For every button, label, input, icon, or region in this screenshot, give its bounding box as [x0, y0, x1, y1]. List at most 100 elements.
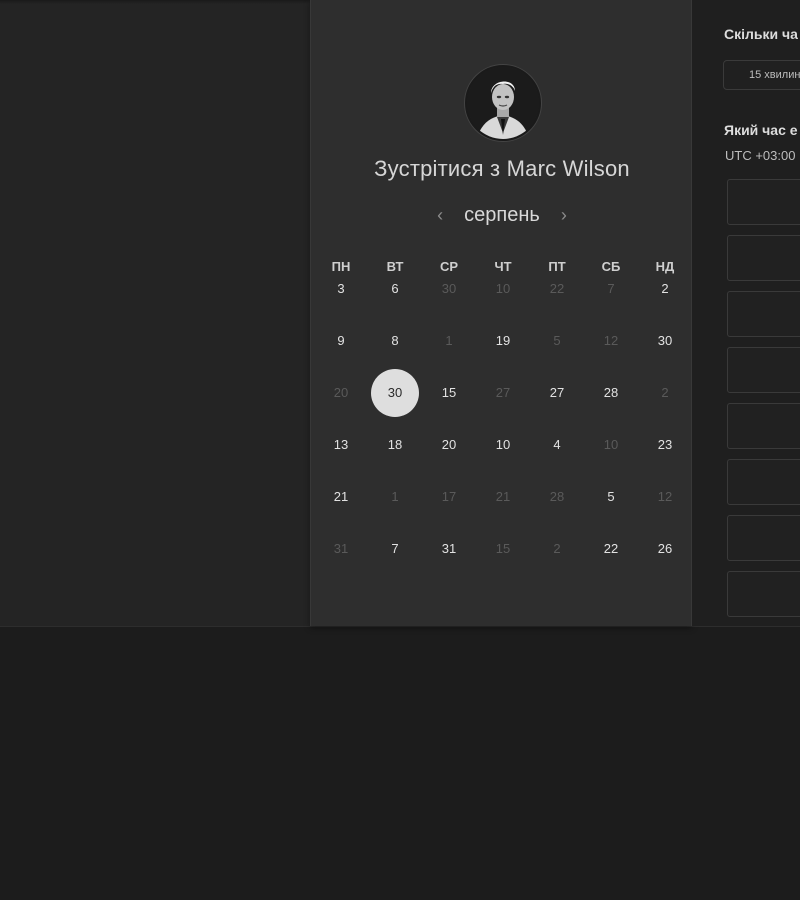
day-number: 30	[657, 333, 673, 348]
calendar-day[interactable]: 8	[368, 332, 422, 350]
calendar-day[interactable]: 26	[638, 540, 692, 558]
time-slot[interactable]	[727, 515, 800, 561]
day-number: 17	[441, 489, 457, 504]
day-number: 12	[603, 333, 619, 348]
calendar-day[interactable]: 30	[638, 332, 692, 350]
calendar-day: 17	[422, 488, 476, 506]
calendar-day[interactable]: 9	[314, 332, 368, 350]
weekday-label: ЧТ	[494, 259, 512, 274]
day-number: 1	[445, 333, 453, 348]
day-number: 7	[607, 281, 615, 296]
header-shadow	[0, 0, 310, 4]
calendar-day[interactable]: 3	[314, 280, 368, 298]
scheduler-card: Зустрітися з Marc Wilson ‹ серпень › ПН …	[310, 0, 692, 626]
weekday-label: ПТ	[548, 259, 566, 274]
day-number: 10	[495, 281, 511, 296]
day-number: 6	[391, 281, 399, 296]
calendar-day[interactable]: 7	[368, 540, 422, 558]
scheduler-title: Зустрітися з Marc Wilson	[374, 156, 630, 181]
day-number: 22	[603, 541, 619, 556]
calendar-day: 30	[422, 280, 476, 298]
calendar-day[interactable]: 23	[638, 436, 692, 454]
calendar-day[interactable]: 4	[530, 436, 584, 454]
calendar-day: 21	[476, 488, 530, 506]
calendar-day[interactable]: 22	[584, 540, 638, 558]
day-number: 9	[337, 333, 345, 348]
day-number: 12	[657, 489, 673, 504]
day-number: 30	[387, 385, 403, 400]
calendar-day[interactable]: 20	[422, 436, 476, 454]
day-number: 2	[553, 541, 561, 556]
day-number: 27	[549, 385, 565, 400]
calendar-day: 2	[638, 384, 692, 402]
calendar-day: 31	[314, 540, 368, 558]
time-slot[interactable]	[727, 459, 800, 505]
calendar-day[interactable]: 2	[638, 280, 692, 298]
duration-select[interactable]: 15 хвилин	[723, 60, 800, 90]
chevron-left-icon[interactable]: ‹	[432, 205, 448, 225]
selected-day[interactable]: 30	[368, 369, 422, 417]
calendar-day: 28	[530, 488, 584, 506]
weekday-label: ВТ	[386, 259, 404, 274]
month-navigation: ‹ серпень ›	[311, 202, 693, 228]
calendar-day: 22	[530, 280, 584, 298]
day-number: 30	[441, 281, 457, 296]
calendar-day[interactable]: 28	[584, 384, 638, 402]
day-number: 15	[495, 541, 511, 556]
time-slot[interactable]	[727, 571, 800, 617]
day-number: 7	[391, 541, 399, 556]
calendar-day[interactable]: 27	[530, 384, 584, 402]
calendar-week: 31 7 31 15 2 22 26	[314, 540, 690, 558]
day-number: 28	[549, 489, 565, 504]
day-number: 21	[495, 489, 511, 504]
day-number: 13	[333, 437, 349, 452]
calendar-day[interactable]: 15	[422, 384, 476, 402]
calendar-day[interactable]: 18	[368, 436, 422, 454]
calendar-day: 10	[476, 280, 530, 298]
calendar-week: 9 8 1 19 5 12 30	[314, 332, 690, 350]
weekday-label: СР	[439, 259, 459, 274]
time-slot[interactable]	[727, 179, 800, 225]
calendar-day[interactable]: 10	[476, 436, 530, 454]
calendar-day: 1	[422, 332, 476, 350]
calendar-day[interactable]: 19	[476, 332, 530, 350]
day-number: 1	[391, 489, 399, 504]
day-number: 3	[337, 281, 345, 296]
time-slot[interactable]	[727, 347, 800, 393]
person-portrait-icon	[467, 67, 539, 139]
day-number: 20	[441, 437, 457, 452]
day-number: 28	[603, 385, 619, 400]
day-number: 15	[441, 385, 457, 400]
time-slot[interactable]	[727, 235, 800, 281]
day-number: 2	[661, 281, 669, 296]
calendar-day[interactable]: 31	[422, 540, 476, 558]
calendar-day: 2	[530, 540, 584, 558]
calendar-day[interactable]: 13	[314, 436, 368, 454]
duration-question: Скільки ча	[724, 26, 798, 42]
time-slot[interactable]	[727, 403, 800, 449]
timezone-label[interactable]: UTC +03:00	[725, 148, 795, 163]
calendar-day: 15	[476, 540, 530, 558]
day-number: 4	[553, 437, 561, 452]
day-number: 20	[333, 385, 349, 400]
calendar-day: 20	[314, 384, 368, 402]
calendar-day[interactable]: 21	[314, 488, 368, 506]
day-number: 27	[495, 385, 511, 400]
avatar	[465, 65, 541, 141]
calendar-day[interactable]: 6	[368, 280, 422, 298]
chevron-right-icon[interactable]: ›	[556, 205, 572, 225]
weekday-header: ПН ВТ СР ЧТ ПТ СБ НД	[314, 258, 690, 276]
day-number: 2	[661, 385, 669, 400]
weekday-label: СБ	[601, 259, 621, 274]
calendar-day: 12	[638, 488, 692, 506]
day-number: 26	[657, 541, 673, 556]
calendar-week: 21 1 17 21 28 5 12	[314, 488, 690, 506]
calendar-day: 27	[476, 384, 530, 402]
calendar-day[interactable]: 5	[584, 488, 638, 506]
time-slot[interactable]	[727, 291, 800, 337]
day-number: 19	[495, 333, 511, 348]
month-label: серпень	[464, 203, 540, 226]
calendar-week: 3 6 30 10 22 7 2	[314, 280, 690, 298]
time-question: Який час е	[724, 122, 798, 138]
day-number: 10	[495, 437, 511, 452]
